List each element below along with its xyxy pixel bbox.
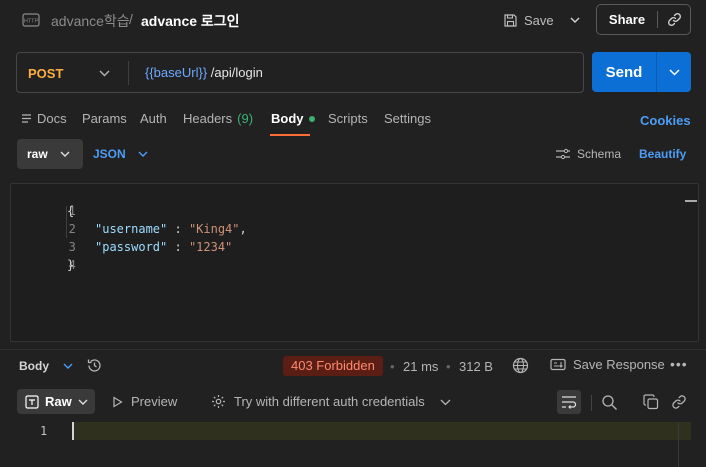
chevron-down-icon <box>138 151 148 157</box>
code-line: 4} <box>11 238 671 272</box>
chevron-down-icon <box>63 363 73 369</box>
active-tab-underline <box>270 134 310 136</box>
tab-docs-label: Docs <box>37 111 67 126</box>
save-icon <box>503 13 518 28</box>
history-icon[interactable] <box>86 357 103 374</box>
breadcrumb-parent[interactable]: advance학습 <box>51 11 130 31</box>
schema-label: Schema <box>577 147 622 161</box>
save-response-button[interactable]: Save Response <box>550 357 665 372</box>
url-variable: {{baseUrl}} <box>145 65 208 80</box>
response-section-label: Body <box>19 359 49 373</box>
chevron-down-icon <box>60 151 70 157</box>
headers-count: (9) <box>237 111 254 126</box>
response-view-select[interactable]: Raw <box>17 389 95 414</box>
response-divider <box>0 349 706 350</box>
response-time[interactable]: 21 ms <box>403 359 438 374</box>
breadcrumb-separator: / <box>129 11 133 27</box>
http-icon: HTTP <box>22 11 40 29</box>
more-options-icon[interactable]: ••• <box>670 356 688 372</box>
url-path: /api/login <box>207 65 263 80</box>
response-body-editor[interactable] <box>72 422 691 440</box>
schema-button[interactable]: Schema <box>555 147 621 161</box>
tab-headers[interactable]: Headers (9) <box>183 111 253 126</box>
tab-auth[interactable]: Auth <box>140 111 167 126</box>
schema-icon <box>555 148 571 160</box>
body-mode-select[interactable]: raw <box>17 139 83 169</box>
try-auth-label: Try with different auth credentials <box>234 394 425 409</box>
send-options-chevron-down-icon[interactable] <box>657 68 691 76</box>
url-input[interactable]: {{baseUrl}} /api/login <box>145 65 263 80</box>
code-text: } <box>67 258 75 272</box>
save-button[interactable]: Save <box>503 8 554 32</box>
response-section-select[interactable]: Body <box>19 359 73 373</box>
tab-body[interactable]: Body <box>271 111 315 126</box>
search-icon[interactable] <box>601 394 618 411</box>
globe-icon[interactable] <box>512 357 529 374</box>
try-different-auth-button[interactable]: Try with different auth credentials <box>211 394 425 409</box>
code-line: 2 "username" : "King4", <box>11 202 671 236</box>
url-divider <box>128 61 129 85</box>
request-title[interactable]: advance 로그인 <box>141 11 240 31</box>
body-language-select[interactable]: JSON <box>93 147 148 161</box>
copy-icon[interactable] <box>643 394 659 410</box>
play-icon <box>112 395 123 408</box>
body-indicator-dot <box>308 115 315 122</box>
body-mode-label: raw <box>27 147 48 161</box>
url-bar: POST {{baseUrl}} /api/login <box>16 52 584 93</box>
status-badge[interactable]: 403 Forbidden <box>283 356 383 376</box>
body-language-label: JSON <box>93 147 126 161</box>
share-button[interactable]: Share <box>597 12 657 27</box>
tab-settings[interactable]: Settings <box>384 111 431 126</box>
method-chevron-down-icon[interactable] <box>99 65 110 81</box>
docs-icon <box>21 113 32 124</box>
response-line-number: 1 <box>40 424 48 438</box>
editor-scrollbar-marker[interactable] <box>685 200 697 202</box>
copy-link-icon[interactable] <box>658 12 690 27</box>
send-button-group: Send <box>592 52 691 92</box>
tab-scripts[interactable]: Scripts <box>328 111 368 126</box>
tab-body-label: Body <box>271 111 304 126</box>
response-scrollbar[interactable] <box>678 422 691 467</box>
meta-separator: • <box>390 359 395 374</box>
response-size[interactable]: 312 B <box>459 359 493 374</box>
save-response-icon <box>550 358 566 371</box>
send-button[interactable]: Send <box>592 64 656 81</box>
preview-label: Preview <box>131 394 178 409</box>
preview-button[interactable]: Preview <box>112 394 177 409</box>
beautify-button[interactable]: Beautify <box>639 147 686 161</box>
toolbar-divider <box>591 395 592 411</box>
meta-separator: • <box>446 359 451 374</box>
request-body-editor[interactable]: 1{ 2 "username" : "King4", 3 "password" : … <box>10 183 699 342</box>
code-line: 3 "password" : "1234" <box>11 220 671 254</box>
raw-view-icon <box>25 394 39 409</box>
gear-icon <box>211 394 226 409</box>
indent-guide <box>66 206 67 238</box>
chevron-down-icon <box>78 399 88 405</box>
save-label: Save <box>524 12 554 28</box>
share-group: Share <box>596 4 691 35</box>
tab-params[interactable]: Params <box>82 111 127 126</box>
svg-text:HTTP: HTTP <box>24 19 39 25</box>
save-response-label: Save Response <box>573 357 665 372</box>
cookies-link[interactable]: Cookies <box>640 113 691 128</box>
wrap-lines-icon[interactable] <box>557 390 581 414</box>
save-options-chevron-down-icon[interactable] <box>566 8 584 32</box>
tab-docs[interactable]: Docs <box>21 111 67 126</box>
link-icon[interactable] <box>671 394 687 410</box>
tab-headers-label: Headers <box>183 111 233 126</box>
response-view-label: Raw <box>45 394 72 409</box>
code-line: 1{ <box>11 184 671 218</box>
auth-options-chevron-down-icon[interactable] <box>440 396 451 408</box>
method-select[interactable]: POST <box>28 66 63 81</box>
